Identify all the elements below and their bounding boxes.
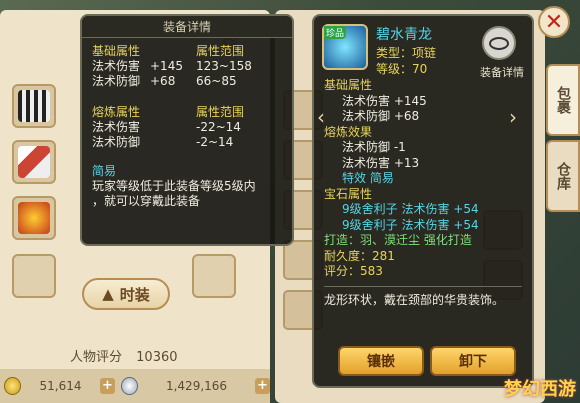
equip-slot-weapon[interactable] <box>12 140 56 184</box>
smelt-range: -22~14 <box>196 120 241 134</box>
equip-slot-empty-left[interactable] <box>12 254 56 298</box>
add-silver-button[interactable]: + <box>254 378 271 394</box>
add-gold-button[interactable]: + <box>99 378 115 394</box>
tab-bag[interactable]: 包裹 <box>546 64 580 136</box>
smelt-range-title: 属性范围 <box>196 105 245 119</box>
item-level: 等级：70 <box>376 62 428 76</box>
next-arrow-icon[interactable]: › <box>506 105 520 129</box>
fashion-button[interactable]: ▲ 时装 <box>82 278 170 310</box>
close-button[interactable]: ✕ <box>538 6 570 38</box>
gem-attr-row: 9级舍利子 法术伤害 +54 <box>342 202 479 216</box>
gem-attr-row: 9级舍利子 法术伤害 +54 <box>342 217 479 232</box>
smelt-effect-row: 法术伤害 +13 <box>342 155 420 170</box>
smelt-name: 法术防御 <box>92 135 141 149</box>
flavor-text: 龙形环状，戴在颈部的华贵装饰。 <box>324 292 505 307</box>
equipment-detail-tooltip: 装备详情 基础属性 属性范围 法术伤害 +145 123~158 法术防御 +68 66~… <box>80 14 294 246</box>
score-label: 人物评分 <box>70 350 123 365</box>
equip-slot-necklace[interactable] <box>12 196 56 240</box>
necklace-icon <box>18 202 50 234</box>
basic-attr-row: 法术伤害 +145 <box>342 93 427 108</box>
basic-attr-row: 法术防御 +68 <box>342 109 420 123</box>
durability: 耐久度：281 <box>324 248 395 263</box>
weapon-icon <box>18 146 50 178</box>
easy-desc-line-1: 玩家等级低于此装备等级5级内 <box>92 179 256 193</box>
item-type: 类型：项链 <box>376 46 437 60</box>
game-logo: 梦幻西游 <box>504 379 576 400</box>
attr-range: 66~85 <box>196 74 237 88</box>
unequip-button[interactable]: 卸下 <box>430 346 516 376</box>
score-value: 10360 <box>136 350 178 365</box>
fashion-label: 时装 <box>119 285 150 304</box>
currency-bar: 51,614 + 1,429,166 + <box>0 369 271 403</box>
rating: 评分：583 <box>324 264 383 278</box>
attr-range: 123~158 <box>196 59 252 73</box>
silver-coin-icon <box>121 377 139 395</box>
smelt-range: -2~14 <box>196 135 234 149</box>
smelt-name: 法术伤害 <box>92 120 141 134</box>
divider <box>324 285 522 287</box>
item-name: 碧水青龙 <box>376 27 432 43</box>
equip-slot-hat[interactable] <box>12 84 56 128</box>
eye-icon[interactable] <box>482 26 516 60</box>
hat-symbol-icon: ▲ <box>102 285 114 303</box>
equip-slot-empty-right[interactable] <box>192 254 236 298</box>
gem-attr-title: 宝石属性 <box>324 186 373 201</box>
gold-amount: 51,614 <box>39 379 82 393</box>
basic-attr-title: 基础属性 <box>92 44 141 58</box>
tab-warehouse[interactable]: 仓库 <box>546 140 580 212</box>
attr-value: +145 <box>150 59 183 73</box>
side-tabs: 包裹 仓库 <box>546 64 580 216</box>
rarity-badge: 珍品 <box>324 26 347 39</box>
hat-icon <box>18 90 50 122</box>
basic-attr-title: 基础属性 <box>324 78 373 92</box>
attr-range-title: 属性范围 <box>196 44 245 58</box>
attr-name: 法术防御 <box>92 74 141 88</box>
easy-desc-line-2: ，就可以穿戴此装备 <box>92 194 201 208</box>
attr-name: 法术伤害 <box>92 59 141 73</box>
smelt-effect-title: 熔炼效果 <box>324 124 373 139</box>
easy-title: 简易 <box>92 164 117 178</box>
smelt-effect-row: 法术防御 -1 <box>342 140 406 154</box>
attr-value: +68 <box>150 74 176 88</box>
tooltip-header: 装备详情 <box>82 16 292 38</box>
dragon-necklace-icon: 珍品 <box>322 24 368 70</box>
special-effects: 特效 简易 <box>342 171 394 185</box>
item-card-tooltip: 珍品 碧水青龙 类型：项链 等级：70 装备详情 基础属性 法术伤害 +145 … <box>312 14 534 388</box>
gold-coin-icon <box>4 377 22 395</box>
character-score: 人物评分 10360 <box>70 346 178 365</box>
silver-amount: 1,429,166 <box>165 379 228 393</box>
prev-arrow-icon[interactable]: ‹ <box>314 105 328 129</box>
smelt-attr-title: 熔炼属性 <box>92 105 141 119</box>
inlay-button[interactable]: 镶嵌 <box>338 346 424 376</box>
forge-line: 打造：羽、漠迁尘 强化打造 <box>324 233 472 247</box>
